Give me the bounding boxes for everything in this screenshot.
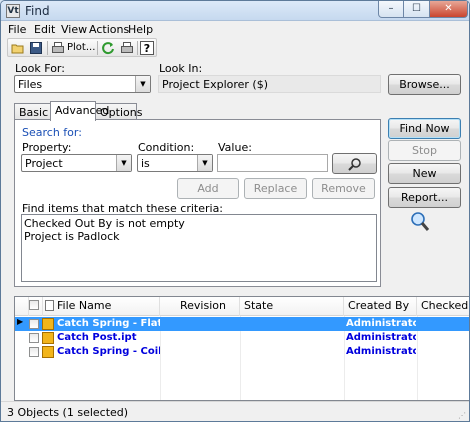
look-in-field: Project Explorer ($) bbox=[158, 75, 381, 93]
new-button[interactable]: New bbox=[388, 163, 461, 184]
revision-cell bbox=[162, 331, 238, 345]
state-cell bbox=[242, 317, 342, 331]
revision-cell bbox=[162, 317, 238, 331]
look-for-select[interactable]: Files ▼ bbox=[14, 75, 151, 93]
open-folder-icon[interactable] bbox=[11, 41, 25, 55]
chevron-down-icon: ▼ bbox=[197, 155, 212, 171]
remove-button[interactable]: Remove bbox=[312, 178, 375, 199]
look-for-label: Look For: bbox=[15, 62, 65, 75]
property-select[interactable]: Project ▼ bbox=[21, 154, 132, 172]
column-revision[interactable]: Revision bbox=[160, 297, 240, 316]
toolbar: Plot... ? bbox=[7, 38, 157, 57]
part-file-icon bbox=[42, 318, 54, 330]
table-row[interactable]: ▶ Catch Spring - Flat.ipt Administrator bbox=[15, 317, 469, 331]
look-for-value: Files bbox=[18, 78, 43, 91]
resize-grip-icon[interactable]: ⋰ bbox=[458, 411, 466, 420]
menu-view[interactable]: View bbox=[61, 23, 87, 36]
created-by-cell: Administrator bbox=[346, 318, 416, 329]
menu-actions[interactable]: Actions bbox=[89, 23, 129, 36]
created-by-cell: Administrator bbox=[346, 332, 416, 343]
menu-edit[interactable]: Edit bbox=[34, 23, 55, 36]
criteria-item[interactable]: Project is Padlock bbox=[24, 230, 119, 243]
table-row[interactable]: Catch Spring - Coil.ipt Administrator bbox=[15, 345, 469, 359]
status-bar: 3 Objects (1 selected) ⋰ bbox=[1, 401, 469, 421]
advanced-tab-panel: Search for: Property: Project ▼ Conditio… bbox=[14, 119, 381, 287]
toolbar-separator bbox=[47, 41, 48, 55]
refresh-icon[interactable] bbox=[101, 41, 115, 55]
search-for-title: Search for: bbox=[22, 126, 82, 139]
file-name-header-label: File Name bbox=[57, 299, 112, 312]
chevron-down-icon: ▼ bbox=[116, 155, 131, 171]
column-file-name[interactable]: File Name bbox=[43, 297, 160, 316]
toolbar-separator bbox=[137, 41, 138, 55]
window-title: Find bbox=[25, 4, 50, 18]
property-label: Property: bbox=[22, 141, 72, 154]
column-checked-in[interactable]: Checked In bbox=[417, 297, 469, 316]
current-row-arrow-icon: ▶ bbox=[17, 317, 24, 326]
value-input[interactable] bbox=[217, 154, 328, 172]
close-button[interactable]: ✕ bbox=[430, 1, 468, 18]
row-checkbox[interactable] bbox=[29, 333, 39, 343]
row-indicator-header bbox=[15, 297, 29, 316]
menu-bar: File Edit View Actions Help bbox=[1, 21, 469, 38]
look-in-label: Look In: bbox=[159, 62, 203, 75]
condition-value: is bbox=[141, 157, 150, 170]
results-header: File Name Revision State Created By Chec… bbox=[15, 297, 469, 316]
print-icon[interactable] bbox=[51, 41, 65, 55]
condition-select[interactable]: is ▼ bbox=[137, 154, 213, 172]
replace-button[interactable]: Replace bbox=[244, 178, 307, 199]
value-lookup-button[interactable] bbox=[332, 153, 377, 174]
help-icon[interactable]: ? bbox=[140, 41, 154, 55]
menu-file[interactable]: File bbox=[8, 23, 26, 36]
menu-help[interactable]: Help bbox=[128, 23, 153, 36]
revision-cell bbox=[162, 345, 238, 359]
row-checkbox[interactable] bbox=[29, 319, 39, 329]
toolbar-separator bbox=[97, 41, 98, 55]
criteria-list[interactable]: Checked Out By is not empty Project is P… bbox=[21, 214, 377, 282]
vault-app-icon: Vt bbox=[6, 4, 20, 18]
created-by-cell: Administrator bbox=[346, 346, 416, 357]
criteria-item[interactable]: Checked Out By is not empty bbox=[24, 217, 185, 230]
title-bar[interactable]: Vt Find – ☐ ✕ bbox=[1, 1, 469, 21]
printer-icon[interactable] bbox=[120, 41, 134, 55]
chevron-down-icon: ▼ bbox=[135, 76, 150, 92]
find-now-button[interactable]: Find Now bbox=[388, 118, 461, 139]
report-button[interactable]: Report... bbox=[388, 187, 461, 208]
status-text: 3 Objects (1 selected) bbox=[7, 406, 129, 419]
file-name-cell[interactable]: Catch Post.ipt bbox=[57, 331, 160, 345]
results-grid: File Name Revision State Created By Chec… bbox=[14, 296, 469, 401]
part-file-icon bbox=[42, 346, 54, 358]
file-name-cell[interactable]: Catch Spring - Flat.ipt bbox=[57, 317, 160, 331]
value-label: Value: bbox=[218, 141, 252, 154]
condition-label: Condition: bbox=[138, 141, 195, 154]
state-cell bbox=[242, 345, 342, 359]
file-name-cell[interactable]: Catch Spring - Coil.ipt bbox=[57, 345, 160, 359]
stop-button[interactable]: Stop bbox=[388, 140, 461, 161]
select-all-checkbox[interactable] bbox=[29, 300, 39, 310]
look-in-value: Project Explorer ($) bbox=[162, 78, 269, 91]
minimize-button[interactable]: – bbox=[378, 1, 404, 18]
magnifier-icon bbox=[410, 211, 430, 236]
plot-button[interactable]: Plot... bbox=[67, 42, 95, 53]
state-cell bbox=[242, 331, 342, 345]
property-value: Project bbox=[25, 157, 63, 170]
part-file-icon bbox=[42, 332, 54, 344]
tab-advanced[interactable]: Advanced bbox=[50, 101, 109, 121]
document-icon bbox=[45, 300, 54, 311]
select-all-header[interactable] bbox=[29, 297, 43, 316]
column-created-by[interactable]: Created By bbox=[344, 297, 417, 316]
browse-button[interactable]: Browse... bbox=[388, 74, 461, 95]
search-icon bbox=[347, 158, 363, 174]
table-row[interactable]: Catch Post.ipt Administrator bbox=[15, 331, 469, 345]
maximize-button[interactable]: ☐ bbox=[404, 1, 430, 18]
save-icon[interactable] bbox=[29, 41, 43, 55]
row-checkbox[interactable] bbox=[29, 347, 39, 357]
add-button[interactable]: Add bbox=[177, 178, 239, 199]
column-state[interactable]: State bbox=[240, 297, 344, 316]
find-window: Vt Find – ☐ ✕ File Edit View Actions Hel… bbox=[0, 0, 470, 422]
